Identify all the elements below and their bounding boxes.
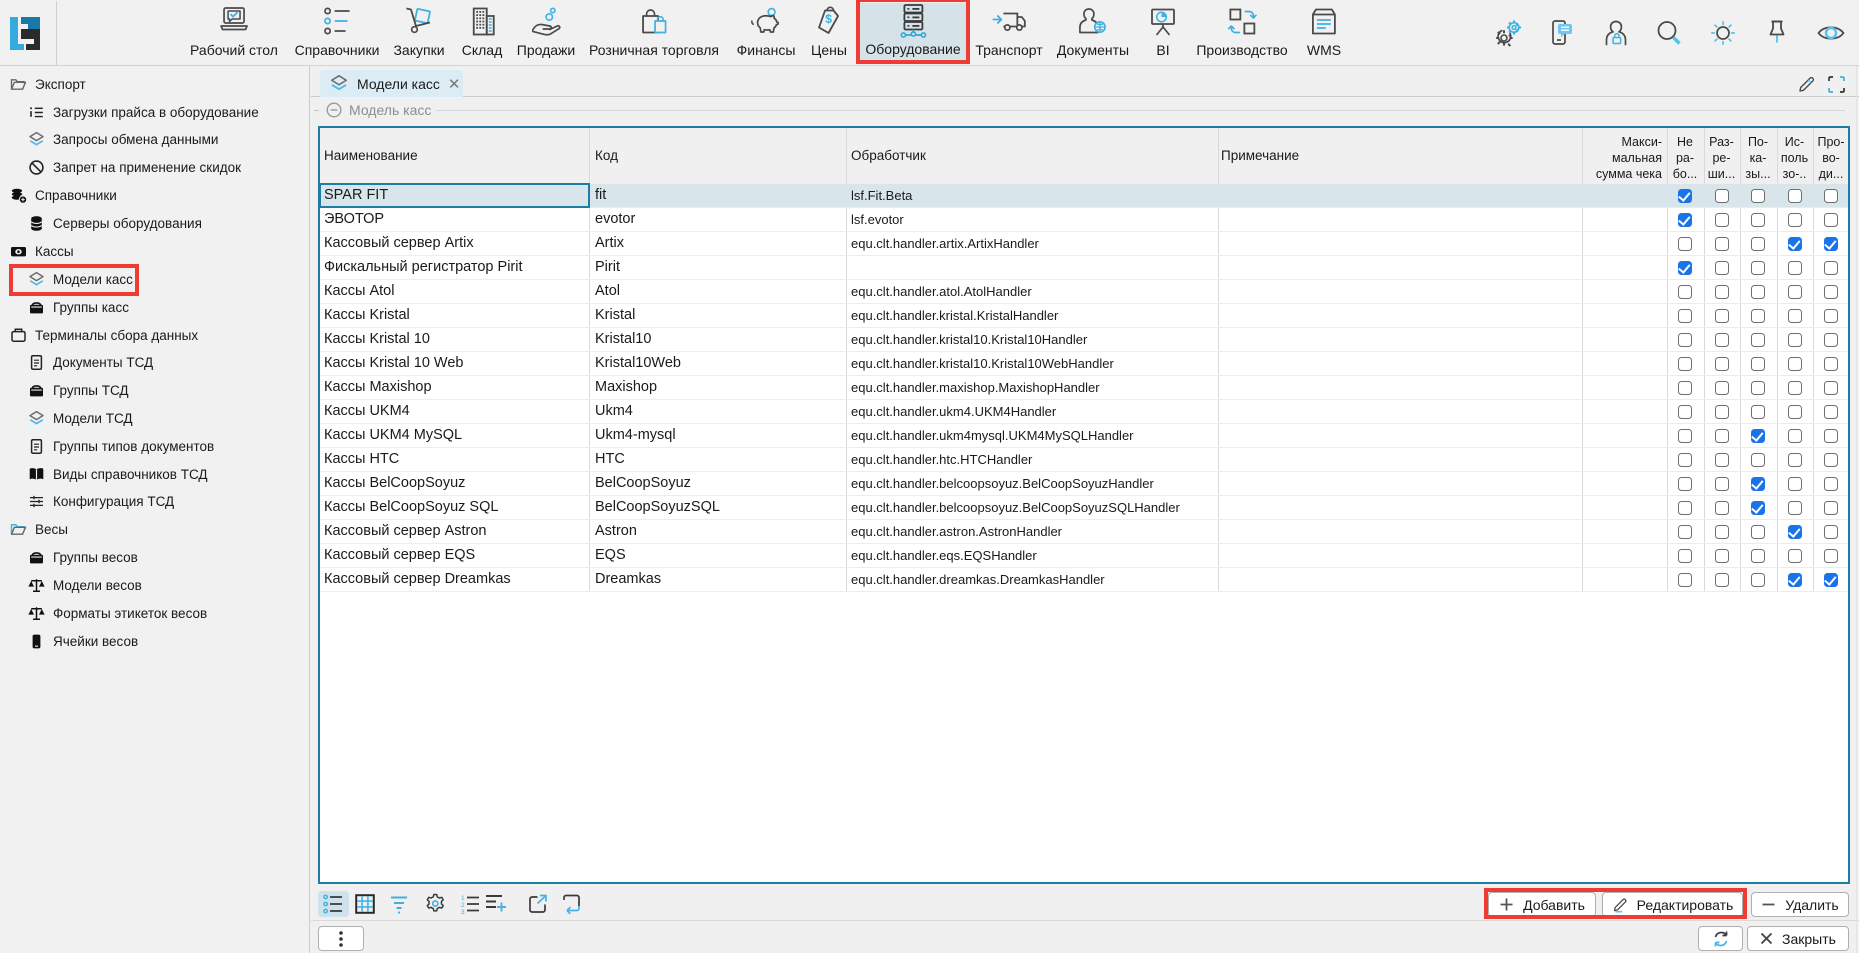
svg-text:3: 3 [461, 909, 465, 914]
svg-text:$: $ [825, 12, 832, 26]
svg-text:1: 1 [461, 895, 465, 902]
svg-text:2: 2 [461, 902, 465, 909]
